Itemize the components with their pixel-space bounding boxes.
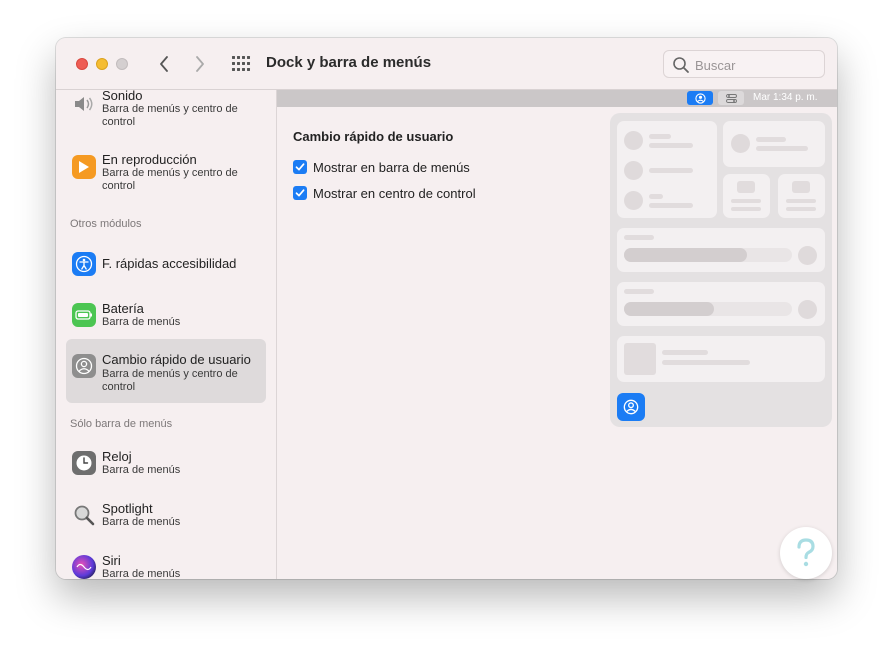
menubar-clock: Mar 1:34 p. m.: [753, 92, 818, 103]
checkbox-show-in-menubar[interactable]: [293, 160, 307, 174]
option-label: Mostrar en barra de menús: [313, 159, 470, 175]
cc-small-tile-2: [778, 174, 825, 218]
cc-user-switch-button: [617, 393, 645, 421]
sidebar-item-label: En reproducción: [102, 152, 197, 167]
control-center-preview: [610, 113, 832, 427]
chevron-right-icon: [196, 56, 204, 72]
checkbox-show-in-control-center[interactable]: [293, 186, 307, 200]
minimize-window-button[interactable]: [96, 58, 108, 70]
sidebar-item-label: Batería: [102, 301, 144, 316]
zoom-window-button[interactable]: [116, 58, 128, 70]
speaker-icon: [72, 92, 96, 116]
sidebar-item-cambio-rapido-usuario[interactable]: Cambio rápido de usuario Barra de menús …: [66, 339, 266, 403]
help-button[interactable]: [780, 527, 832, 579]
chevron-left-icon: [160, 56, 168, 72]
sidebar-item-label: Siri: [102, 553, 121, 568]
sidebar-item-siri[interactable]: Siri Barra de menús: [66, 550, 266, 579]
search-field[interactable]: Buscar: [663, 50, 825, 78]
sidebar-item-sublabel: Barra de menús: [102, 316, 181, 328]
sidebar-item-label: F. rápidas accesibilidad: [102, 256, 237, 271]
sidebar-item-label: Spotlight: [102, 501, 153, 516]
cc-connectivity-tile: [617, 121, 717, 218]
sidebar-item-sublabel: Barra de menús: [102, 516, 181, 528]
back-button[interactable]: [152, 52, 176, 76]
sidebar-item-sonido[interactable]: Sonido Barra de menús y centro de contro…: [66, 90, 266, 132]
checkmark-icon: [295, 189, 305, 197]
checkmark-icon: [295, 163, 305, 171]
menubar-user-icon: [687, 91, 713, 105]
sidebar-item-sublabel: Barra de menús y centro de control: [102, 167, 238, 192]
cc-focus-tile: [723, 121, 825, 167]
sidebar: Sonido Barra de menús y centro de contro…: [56, 90, 277, 579]
sidebar-item-spotlight[interactable]: Spotlight Barra de menús: [66, 498, 266, 542]
menubar-preview: Mar 1:34 p. m.: [277, 90, 837, 107]
option-show-in-menubar[interactable]: Mostrar en barra de menús: [293, 159, 470, 175]
section-header-solo-barra: Sólo barra de menús: [70, 418, 173, 430]
cc-small-tile-1: [723, 174, 770, 218]
cc-display-tile: [617, 228, 825, 272]
sidebar-item-label: Cambio rápido de usuario: [102, 352, 251, 367]
menubar-control-center-icon: [718, 91, 744, 105]
option-show-in-control-center[interactable]: Mostrar en centro de control: [293, 185, 476, 201]
siri-icon: [72, 555, 96, 579]
sidebar-item-sublabel: Barra de menús: [102, 568, 181, 579]
sidebar-item-reloj[interactable]: Reloj Barra de menús: [66, 446, 266, 490]
sidebar-item-en-reproduccion[interactable]: En reproducción Barra de menús y centro …: [66, 150, 266, 194]
user-icon: [623, 399, 639, 415]
window-title: Dock y barra de menús: [266, 54, 432, 71]
battery-icon: [72, 303, 96, 327]
play-icon: [72, 155, 96, 179]
sidebar-item-label: Sonido: [102, 90, 143, 103]
cc-sound-tile: [617, 282, 825, 326]
search-placeholder: Buscar: [695, 58, 736, 73]
sidebar-item-accesibilidad[interactable]: F. rápidas accesibilidad: [66, 248, 266, 282]
clock-icon: [72, 451, 96, 475]
option-label: Mostrar en centro de control: [313, 185, 476, 201]
main-panel: Mar 1:34 p. m. Cambio rápido de usuario …: [277, 90, 837, 579]
magnifier-icon: [72, 503, 96, 527]
show-all-grid-icon[interactable]: [231, 55, 251, 73]
preferences-window: Dock y barra de menús Buscar Sonido Barr…: [56, 38, 837, 579]
user-icon: [72, 354, 96, 378]
title-bar: Dock y barra de menús Buscar: [56, 38, 837, 90]
close-window-button[interactable]: [76, 58, 88, 70]
question-mark-icon: [797, 538, 815, 567]
sidebar-item-bateria[interactable]: Batería Barra de menús: [66, 298, 266, 342]
sidebar-item-sublabel: Barra de menús y centro de control: [102, 368, 238, 393]
sidebar-item-label: Reloj: [102, 449, 132, 464]
search-icon: [673, 57, 689, 73]
cc-now-playing-tile: [617, 336, 825, 382]
section-header-otros: Otros módulos: [70, 218, 142, 230]
sidebar-item-sublabel: Barra de menús y centro de control: [102, 103, 238, 128]
accessibility-icon: [72, 252, 96, 276]
sidebar-item-sublabel: Barra de menús: [102, 464, 181, 476]
section-heading: Cambio rápido de usuario: [293, 129, 454, 144]
forward-button[interactable]: [188, 52, 212, 76]
